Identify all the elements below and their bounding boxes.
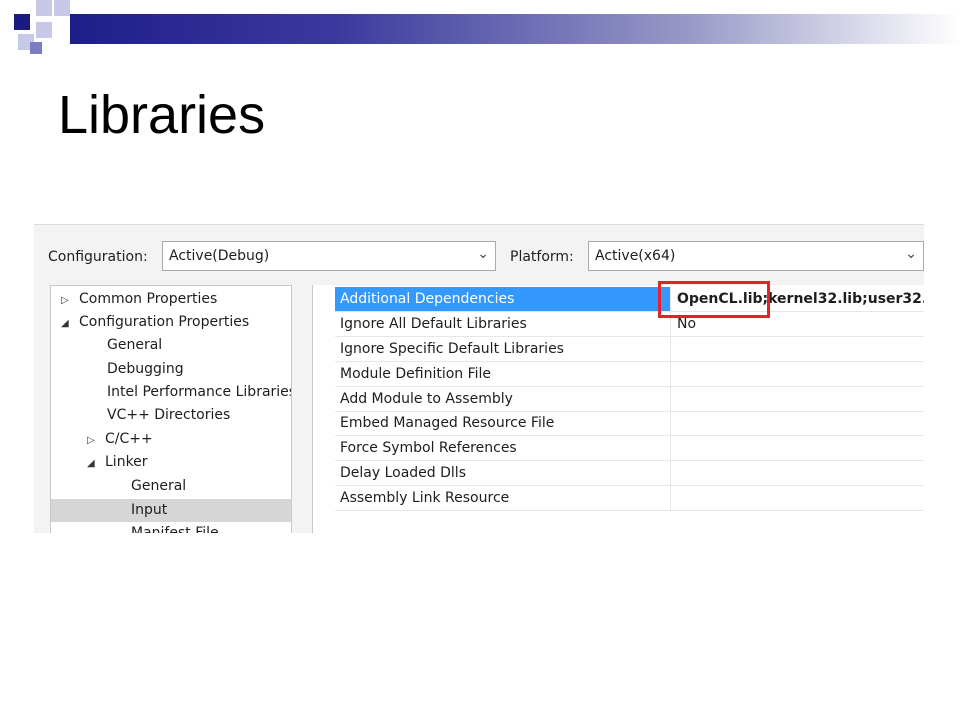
configuration-value: Active(Debug) (169, 248, 270, 264)
platform-value: Active(x64) (595, 248, 676, 264)
tree-item-configuration-properties[interactable]: ◢ Configuration Properties (61, 311, 249, 334)
platform-label: Platform: (510, 249, 574, 265)
collapse-arrow-icon[interactable]: ◢ (61, 312, 79, 335)
platform-dropdown[interactable]: Active(x64) ⌄ (588, 241, 924, 271)
decor-square-lavender (54, 0, 70, 16)
property-row-assembly-link-resource[interactable]: Assembly Link Resource (335, 486, 924, 511)
property-row-embed-managed-resource-file[interactable]: Embed Managed Resource File (335, 411, 924, 436)
chevron-down-icon: ⌄ (477, 246, 489, 262)
property-row-ignore-all-default-libraries[interactable]: Ignore All Default Libraries No (335, 312, 924, 337)
property-row-module-definition-file[interactable]: Module Definition File (335, 362, 924, 387)
expand-arrow-icon[interactable]: ▷ (61, 289, 79, 312)
tree-item-c-cpp[interactable]: ▷ C/C++ (87, 428, 153, 451)
property-value[interactable] (673, 387, 924, 411)
collapse-arrow-icon[interactable]: ◢ (87, 452, 105, 475)
tree-item-linker-input[interactable]: Input (131, 499, 167, 522)
tree-item-linker[interactable]: ◢ Linker (87, 451, 148, 474)
tree-item-linker-general[interactable]: General (131, 475, 186, 498)
tree-selection-highlight (51, 499, 291, 522)
property-value[interactable] (673, 362, 924, 386)
tree-item-manifest-file[interactable]: Manifest File (131, 522, 219, 533)
chevron-down-icon: ⌄ (905, 246, 917, 262)
decor-square-navy (14, 14, 30, 30)
expand-arrow-icon[interactable]: ▷ (87, 429, 105, 452)
tree-item-debugging[interactable]: Debugging (107, 358, 184, 381)
decor-square-lavender (36, 22, 52, 38)
property-row-add-module-to-assembly[interactable]: Add Module to Assembly (335, 387, 924, 412)
property-row-additional-dependencies[interactable]: Additional Dependencies OpenCL.lib;kerne… (335, 287, 924, 312)
property-grid: Additional Dependencies OpenCL.lib;kerne… (312, 285, 924, 533)
tree-item-intel-performance-libraries[interactable]: Intel Performance Libraries (107, 381, 291, 404)
decor-square-lavender (36, 0, 52, 16)
configuration-dropdown[interactable]: Active(Debug) ⌄ (162, 241, 496, 271)
property-value[interactable] (673, 337, 924, 361)
property-value[interactable] (673, 461, 924, 485)
tree-item-vc-directories[interactable]: VC++ Directories (107, 404, 230, 427)
property-value[interactable] (673, 436, 924, 460)
tree-item-general[interactable]: General (107, 334, 162, 357)
property-value[interactable] (673, 486, 924, 510)
property-value[interactable] (673, 411, 924, 435)
property-row-ignore-specific-default-libraries[interactable]: Ignore Specific Default Libraries (335, 337, 924, 362)
red-highlight-box (658, 281, 770, 318)
decor-gradient-bar (70, 14, 960, 44)
configuration-label: Configuration: (48, 249, 148, 265)
property-row-delay-loaded-dlls[interactable]: Delay Loaded Dlls (335, 461, 924, 486)
property-pages-dialog: Configuration: Active(Debug) ⌄ Platform:… (34, 224, 924, 533)
property-row-force-symbol-references[interactable]: Force Symbol References (335, 436, 924, 461)
slide-title: Libraries (58, 85, 266, 145)
property-tree: ▷ Common Properties ◢ Configuration Proper… (50, 285, 292, 533)
decor-square-blue (30, 42, 42, 54)
tree-item-common-properties[interactable]: ▷ Common Properties (61, 288, 217, 311)
